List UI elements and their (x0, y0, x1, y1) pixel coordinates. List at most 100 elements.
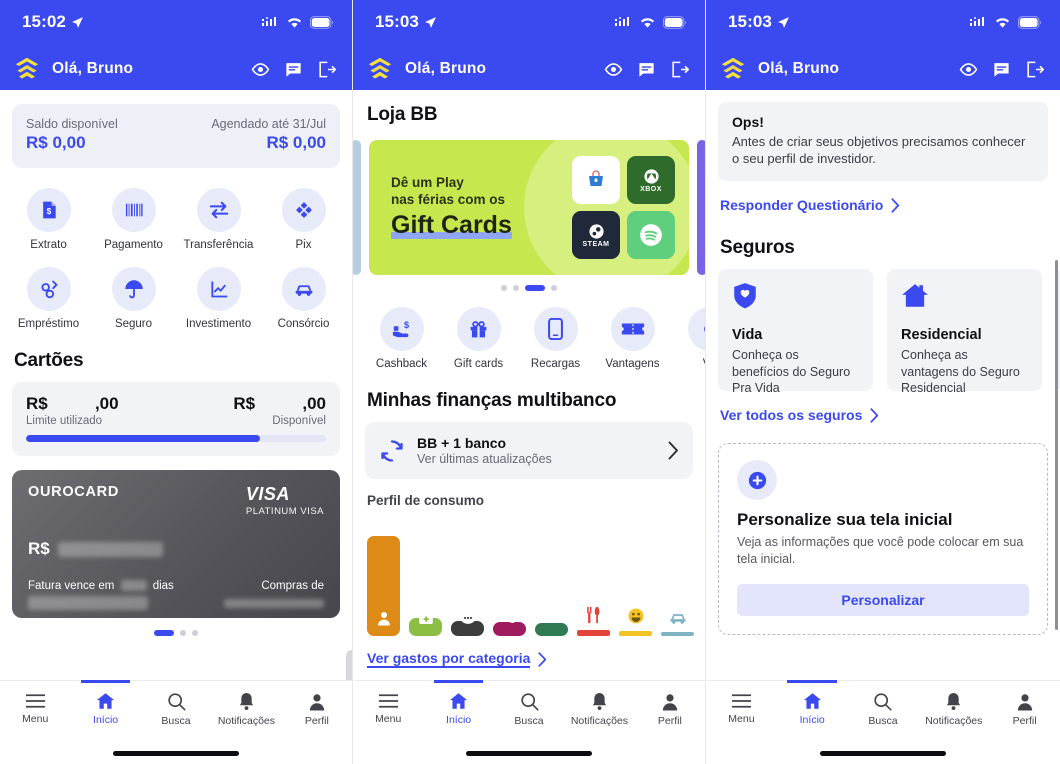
cards-carousel-dots[interactable] (0, 630, 352, 636)
svg-text:$: $ (404, 320, 409, 330)
chart-bar[interactable] (409, 612, 442, 636)
status-time-group: 15:03 (375, 12, 437, 32)
eye-icon[interactable] (604, 60, 623, 79)
scrollbar[interactable] (1055, 260, 1058, 630)
credit-card-tile[interactable]: OUROCARD VISA PLATINUM VISA R$ Fatura ve… (12, 470, 340, 618)
phone-screen-1: 15:02 Olá, Bruno Saldo disponível R$ 0,0… (0, 0, 353, 764)
status-time-group: 15:03 (728, 12, 790, 32)
insurance-card-vida[interactable]: Vida Conheça os benefícios do Seguro Pra… (718, 269, 873, 395)
service-label: Ve (703, 358, 705, 370)
banner-line1: Dê um Play (391, 175, 464, 191)
nav-item-notificacoes[interactable]: Notificações (211, 681, 281, 737)
consumption-bar-chart[interactable] (353, 518, 705, 636)
nav-item-busca[interactable]: Busca (494, 681, 564, 737)
quick-action-investimento[interactable]: Investimento (176, 261, 261, 340)
all-insurance-link[interactable]: Ver todos os seguros (720, 407, 879, 423)
gift-icon (456, 307, 501, 351)
carousel-dot[interactable] (501, 285, 507, 291)
nav-item-menu[interactable]: Menu (353, 681, 423, 737)
nav-label: Busca (161, 714, 191, 727)
carousel-dot[interactable] (180, 630, 186, 636)
nav-item-menu[interactable]: Menu (706, 681, 777, 737)
multibank-row[interactable]: BB + 1 banco Ver últimas atualizações (365, 422, 693, 479)
card-limit-summary[interactable]: R$ ,00 R$ ,00 Limite utilizado Disponíve… (12, 382, 340, 456)
nav-active-indicator (787, 680, 837, 683)
insurance-card-name: Vida (732, 327, 763, 344)
header-actions (251, 60, 336, 79)
nav-item-perfil[interactable]: Perfil (282, 681, 352, 737)
service-vantagens[interactable]: Vantagens (594, 307, 671, 370)
service-giftcards[interactable]: Gift cards (440, 307, 517, 370)
person-icon (662, 693, 678, 710)
limit-used-amount: R$ ,00 (26, 394, 119, 413)
chat-icon[interactable] (284, 60, 303, 79)
eye-icon[interactable] (251, 60, 270, 79)
banner-prev-peek[interactable] (353, 140, 361, 275)
investor-profile-alert: Ops! Antes de criar seus objetivos preci… (718, 102, 1048, 182)
chat-icon[interactable] (992, 60, 1011, 79)
store-carousel-dots[interactable] (353, 285, 705, 291)
service-recargas[interactable]: Recargas (517, 307, 594, 370)
nav-item-busca[interactable]: Busca (141, 681, 211, 737)
nav-item-perfil[interactable]: Perfil (989, 681, 1060, 737)
wifi-icon (287, 17, 302, 28)
nav-item-inicio[interactable]: Início (70, 680, 140, 737)
xbox-label: XBOX (640, 185, 662, 193)
logout-icon[interactable] (1025, 60, 1044, 79)
view-spending-link[interactable]: Ver gastos por categoria (367, 650, 547, 668)
chart-bar[interactable] (661, 613, 694, 636)
carousel-dot[interactable] (192, 630, 198, 636)
chart-bar[interactable] (535, 603, 568, 636)
carousel-dot[interactable] (525, 285, 545, 291)
nav-item-notificacoes[interactable]: Notificações (564, 681, 634, 737)
chart-bar[interactable] (493, 612, 526, 636)
logout-icon[interactable] (670, 60, 689, 79)
banner-next-peek[interactable] (697, 140, 705, 275)
header-actions (959, 60, 1044, 79)
banner-headline: Gift Cards (391, 210, 512, 239)
signal-bars-icon (615, 17, 629, 26)
nav-item-perfil[interactable]: Perfil (635, 681, 705, 737)
chevron-right-icon (668, 441, 678, 460)
insurance-card-residencial[interactable]: Residencial Conheça as vantagens do Segu… (887, 269, 1042, 395)
carousel-dot[interactable] (513, 285, 519, 291)
finances-title: Minhas finanças multibanco (367, 390, 617, 411)
quick-action-seguro[interactable]: Seguro (91, 261, 176, 340)
chart-bar[interactable] (367, 536, 400, 636)
chart-bar[interactable] (619, 608, 652, 636)
cards-section-title: Cartões (14, 350, 84, 371)
quick-action-consorcio[interactable]: Consórcio (261, 261, 346, 340)
service-partial[interactable]: Ve (671, 307, 705, 370)
service-cashback[interactable]: $ Cashback (363, 307, 440, 370)
nav-item-inicio[interactable]: Início (777, 680, 848, 737)
quick-action-transferencia[interactable]: Transferência (176, 182, 261, 261)
all-insurance-link-wrap: Ver todos os seguros (706, 407, 1060, 425)
store-carousel[interactable]: Dê um Play nas férias com os Gift Cards … (353, 140, 705, 275)
nav-item-notificacoes[interactable]: Notificações (918, 681, 989, 737)
phone-icon (533, 307, 578, 351)
nav-item-inicio[interactable]: Início (423, 680, 493, 737)
quick-action-pagamento[interactable]: Pagamento (91, 182, 176, 261)
carousel-dot[interactable] (551, 285, 557, 291)
available-balance-label: Saldo disponível (26, 117, 118, 131)
logout-icon[interactable] (317, 60, 336, 79)
quick-action-emprestimo[interactable]: Empréstimo (6, 261, 91, 340)
personalize-button[interactable]: Personalizar (737, 584, 1029, 617)
gift-cards-banner[interactable]: Dê um Play nas férias com os Gift Cards … (369, 140, 689, 275)
carousel-dot[interactable] (154, 630, 174, 636)
quick-action-extrato[interactable]: $ Extrato (6, 182, 91, 261)
nav-item-busca[interactable]: Busca (848, 681, 919, 737)
nav-item-menu[interactable]: Menu (0, 681, 70, 737)
personalize-desc: Veja as informações que você pode coloca… (737, 535, 1024, 567)
chat-icon[interactable] (637, 60, 656, 79)
nav-label: Busca (514, 714, 544, 727)
eye-icon[interactable] (959, 60, 978, 79)
questionnaire-link[interactable]: Responder Questionário (720, 197, 900, 213)
quick-action-pix[interactable]: Pix (261, 182, 346, 261)
chart-bar[interactable] (577, 606, 610, 636)
home-icon (96, 693, 115, 709)
balance-card[interactable]: Saldo disponível R$ 0,00 Agendado até 31… (12, 104, 340, 168)
service-label: Recargas (530, 358, 581, 370)
nav-label: Menu (728, 713, 755, 725)
chart-bar[interactable] (451, 612, 484, 636)
